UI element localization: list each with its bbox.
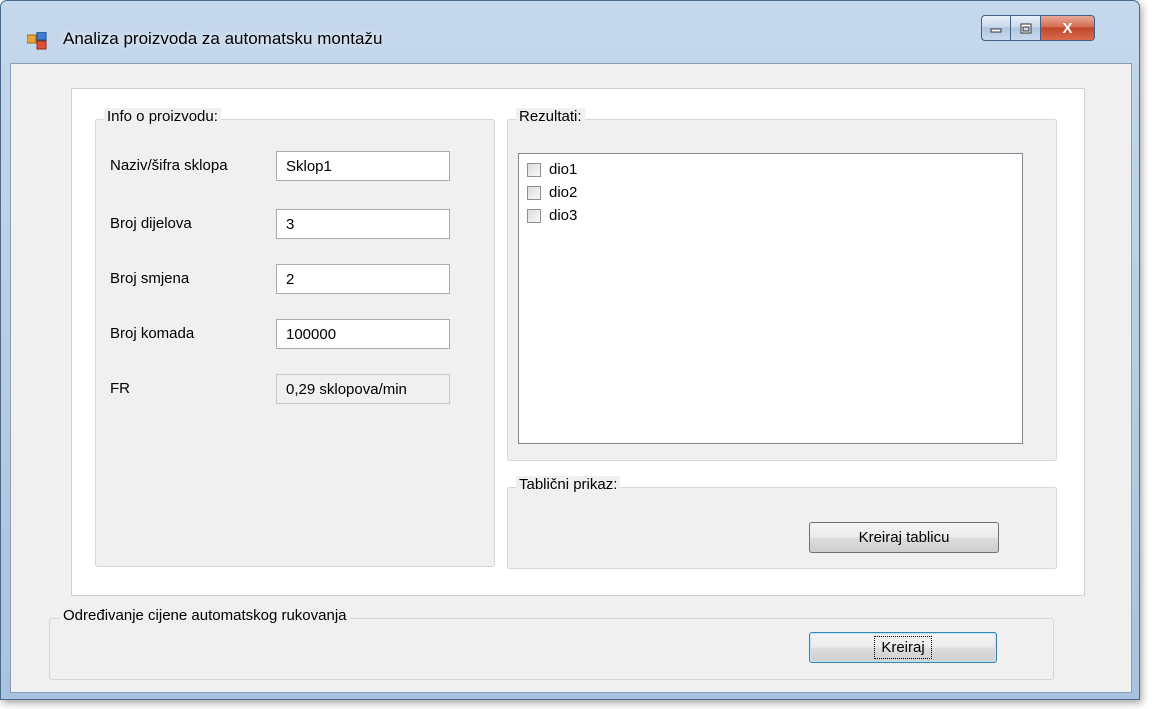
list-item[interactable]: dio2 bbox=[527, 181, 577, 204]
app-window-icon bbox=[27, 32, 47, 50]
shifts-count-label: Broj smjena bbox=[110, 270, 190, 287]
window-title: Analiza proizvoda za automatsku montažu bbox=[63, 29, 383, 48]
parts-count-label: Broj dijelova bbox=[110, 215, 192, 232]
fr-field[interactable] bbox=[276, 374, 450, 404]
close-button[interactable]: X bbox=[1041, 15, 1095, 41]
maximize-icon bbox=[1020, 23, 1031, 33]
product-info-title: Info o proizvodu: bbox=[104, 108, 221, 125]
minimize-button[interactable] bbox=[981, 15, 1011, 41]
minimize-icon bbox=[990, 28, 1002, 33]
list-item-label: dio1 bbox=[549, 161, 578, 178]
assembly-name-field[interactable] bbox=[276, 151, 450, 181]
pieces-count-label: Broj komada bbox=[110, 325, 195, 342]
maximize-button[interactable] bbox=[1011, 15, 1041, 41]
create-button[interactable]: Kreiraj bbox=[809, 632, 997, 663]
results-group: Rezultati: dio1 dio2 dio3 bbox=[507, 108, 1057, 461]
parts-count-field[interactable] bbox=[276, 209, 450, 239]
checkbox[interactable] bbox=[527, 185, 541, 200]
product-info-group: Info o proizvodu: Naziv/šifra sklopa Bro… bbox=[95, 108, 495, 567]
close-icon: X bbox=[1062, 19, 1073, 37]
results-checklist[interactable]: dio1 dio2 dio3 bbox=[518, 153, 1023, 444]
create-table-button[interactable]: Kreiraj tablicu bbox=[809, 522, 999, 553]
list-item-label: dio2 bbox=[549, 184, 578, 201]
app-window: Analiza proizvoda za automatsku montažu … bbox=[0, 0, 1140, 700]
table-view-group: Tablični prikaz: Kreiraj tablicu bbox=[507, 476, 1057, 569]
list-item[interactable]: dio3 bbox=[527, 204, 577, 227]
pricing-group: Određivanje cijene automatskog rukovanja… bbox=[49, 607, 1054, 680]
results-title: Rezultati: bbox=[516, 108, 585, 125]
table-view-title: Tablični prikaz: bbox=[516, 476, 621, 493]
pricing-title: Određivanje cijene automatskog rukovanja bbox=[60, 607, 350, 624]
client-area: Info o proizvodu: Naziv/šifra sklopa Bro… bbox=[10, 63, 1132, 693]
assembly-name-label: Naziv/šifra sklopa bbox=[110, 157, 228, 174]
title-bar[interactable]: Analiza proizvoda za automatsku montažu … bbox=[1, 1, 1139, 50]
list-item-label: dio3 bbox=[549, 207, 578, 224]
pieces-count-field[interactable] bbox=[276, 319, 450, 349]
create-button-label: Kreiraj bbox=[874, 636, 932, 659]
fr-label: FR bbox=[110, 380, 130, 397]
checkbox[interactable] bbox=[527, 162, 541, 177]
list-item[interactable]: dio1 bbox=[527, 158, 577, 181]
main-panel: Info o proizvodu: Naziv/šifra sklopa Bro… bbox=[71, 88, 1085, 596]
checkbox[interactable] bbox=[527, 208, 541, 223]
shifts-count-field[interactable] bbox=[276, 264, 450, 294]
